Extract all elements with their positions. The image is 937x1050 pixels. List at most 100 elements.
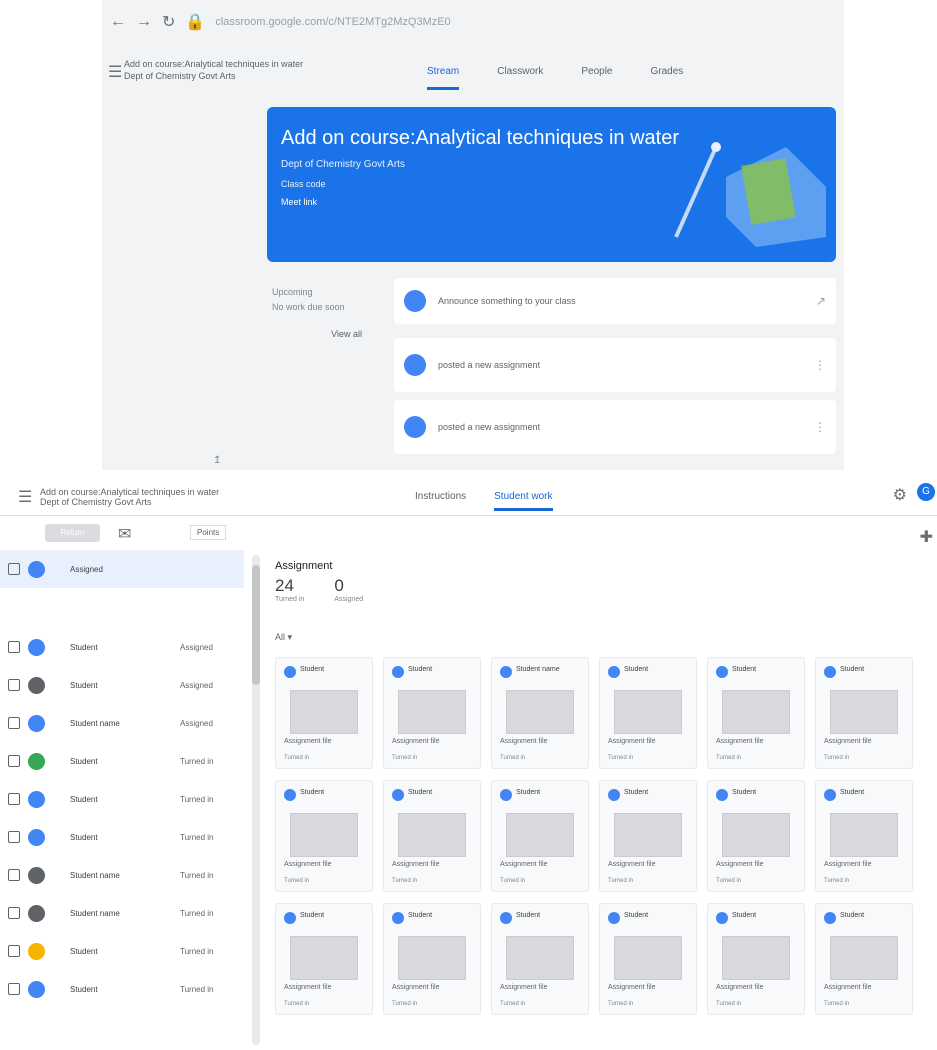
file-thumbnail[interactable] (722, 690, 790, 734)
file-thumbnail[interactable] (290, 936, 358, 980)
repost-icon[interactable]: ↗ (816, 294, 826, 308)
stat-count: 0 (334, 576, 344, 595)
file-thumbnail[interactable] (290, 690, 358, 734)
student-name: Student (70, 794, 98, 804)
submission-tile[interactable]: Student Assignment file Turned in (599, 903, 697, 1015)
row-checkbox[interactable] (8, 563, 20, 575)
file-thumbnail[interactable] (614, 813, 682, 857)
filter-select[interactable]: All ▾ (275, 632, 385, 646)
menu-icon[interactable]: ☰ (18, 487, 32, 507)
roster-row[interactable]: Student name Assigned (0, 704, 244, 742)
submission-tile[interactable]: Student Assignment file Turned in (707, 780, 805, 892)
meet-link[interactable]: Meet link (281, 197, 317, 207)
back-icon[interactable]: ← (110, 13, 126, 31)
submission-tile[interactable]: Student Assignment file Turned in (383, 780, 481, 892)
roster-row[interactable]: Student Turned in (0, 970, 244, 1008)
submission-tile[interactable]: Student Assignment file Turned in (275, 903, 373, 1015)
assignment-icon (404, 416, 426, 438)
more-icon[interactable]: ⋮ (814, 420, 826, 434)
tile-status: Turned in (284, 878, 310, 884)
scrollbar-thumb[interactable] (252, 565, 260, 685)
forward-icon[interactable]: → (136, 13, 152, 31)
file-thumbnail[interactable] (722, 936, 790, 980)
roster-row[interactable]: Student Turned in (0, 818, 244, 856)
tab-stream[interactable]: Stream (427, 66, 460, 90)
submission-tile[interactable]: Student Assignment file Turned in (599, 657, 697, 769)
class-code[interactable]: Class code (281, 179, 326, 189)
avatar (284, 789, 296, 801)
row-checkbox[interactable] (8, 907, 20, 919)
tab-classwork[interactable]: Classwork (497, 66, 543, 90)
roster-row[interactable]: Student name Turned in (0, 894, 244, 932)
tab-grades[interactable]: Grades (651, 66, 684, 90)
url-field[interactable]: classroom.google.com/c/NTE2MTg2MzQ3MzE0 (215, 16, 505, 28)
row-checkbox[interactable] (8, 831, 20, 843)
view-all-link[interactable]: View all (272, 327, 362, 342)
submission-tile[interactable]: Student Assignment file Turned in (599, 780, 697, 892)
tab-student-work[interactable]: Student work (494, 491, 553, 511)
roster-row[interactable]: Student Turned in (0, 780, 244, 818)
account-avatar[interactable]: G (917, 483, 935, 501)
submission-tile[interactable]: Student Assignment file Turned in (275, 657, 373, 769)
submission-tile[interactable]: Student Assignment file Turned in (815, 903, 913, 1015)
file-thumbnail[interactable] (614, 936, 682, 980)
submission-tile[interactable]: Student Assignment file Turned in (815, 780, 913, 892)
roster-row[interactable]: Student Turned in (0, 742, 244, 780)
stream-post[interactable]: posted a new assignment ⋮ (394, 400, 836, 454)
roster-row[interactable]: Student Assigned (0, 666, 244, 704)
file-thumbnail[interactable] (830, 813, 898, 857)
stream-post[interactable]: posted a new assignment ⋮ (394, 338, 836, 392)
file-thumbnail[interactable] (398, 936, 466, 980)
gear-icon[interactable]: ⚙ (893, 485, 907, 505)
return-button[interactable]: Return (45, 524, 100, 542)
roster-row[interactable]: Student Turned in (0, 932, 244, 970)
submission-tile[interactable]: Student Assignment file Turned in (491, 903, 589, 1015)
file-thumbnail[interactable] (722, 813, 790, 857)
file-thumbnail[interactable] (398, 813, 466, 857)
mail-icon[interactable]: ✉ (118, 524, 131, 544)
points-select[interactable]: Points (190, 525, 227, 540)
row-checkbox[interactable] (8, 717, 20, 729)
file-thumbnail[interactable] (614, 690, 682, 734)
row-checkbox[interactable] (8, 983, 20, 995)
file-thumbnail[interactable] (830, 936, 898, 980)
tab-people[interactable]: People (581, 66, 612, 90)
student-name: Student name (70, 718, 120, 728)
announce-box[interactable]: Announce something to your class ↗ (394, 278, 836, 324)
tab-instructions[interactable]: Instructions (415, 491, 466, 511)
submission-tile[interactable]: Student name Assignment file Turned in (491, 657, 589, 769)
submission-tile[interactable]: Student Assignment file Turned in (707, 903, 805, 1015)
roster-row[interactable]: Student name Turned in (0, 856, 244, 894)
tile-status: Turned in (500, 755, 526, 761)
submission-tile[interactable]: Student Assignment file Turned in (383, 903, 481, 1015)
menu-icon[interactable]: ☰ (108, 62, 122, 82)
more-icon[interactable]: ⋮ (814, 358, 826, 372)
add-icon[interactable]: ✚ (920, 527, 933, 547)
file-thumbnail[interactable] (398, 690, 466, 734)
reload-icon[interactable]: ↻ (162, 12, 175, 32)
submission-tile[interactable]: Student Assignment file Turned in (383, 657, 481, 769)
submission-tile[interactable]: Student Assignment file Turned in (815, 657, 913, 769)
roster-scrollbar[interactable] (252, 555, 260, 1045)
file-thumbnail[interactable] (830, 690, 898, 734)
roster-row[interactable]: Assigned (0, 550, 244, 588)
upcoming-note: No work due soon (272, 302, 345, 312)
row-checkbox[interactable] (8, 793, 20, 805)
submission-tile[interactable]: Student Assignment file Turned in (491, 780, 589, 892)
row-checkbox[interactable] (8, 755, 20, 767)
tile-student-name: Student (840, 912, 865, 919)
file-thumbnail[interactable] (506, 813, 574, 857)
student-name: Student (70, 756, 98, 766)
row-checkbox[interactable] (8, 945, 20, 957)
row-checkbox[interactable] (8, 679, 20, 691)
student-name: Student name (70, 908, 120, 918)
submission-tile[interactable]: Student Assignment file Turned in (275, 780, 373, 892)
submission-tile[interactable]: Student Assignment file Turned in (707, 657, 805, 769)
class-banner: Add on course:Analytical techniques in w… (267, 107, 836, 262)
file-thumbnail[interactable] (506, 936, 574, 980)
row-checkbox[interactable] (8, 869, 20, 881)
file-thumbnail[interactable] (506, 690, 574, 734)
roster-row[interactable]: Student Assigned (0, 628, 244, 666)
row-checkbox[interactable] (8, 641, 20, 653)
file-thumbnail[interactable] (290, 813, 358, 857)
